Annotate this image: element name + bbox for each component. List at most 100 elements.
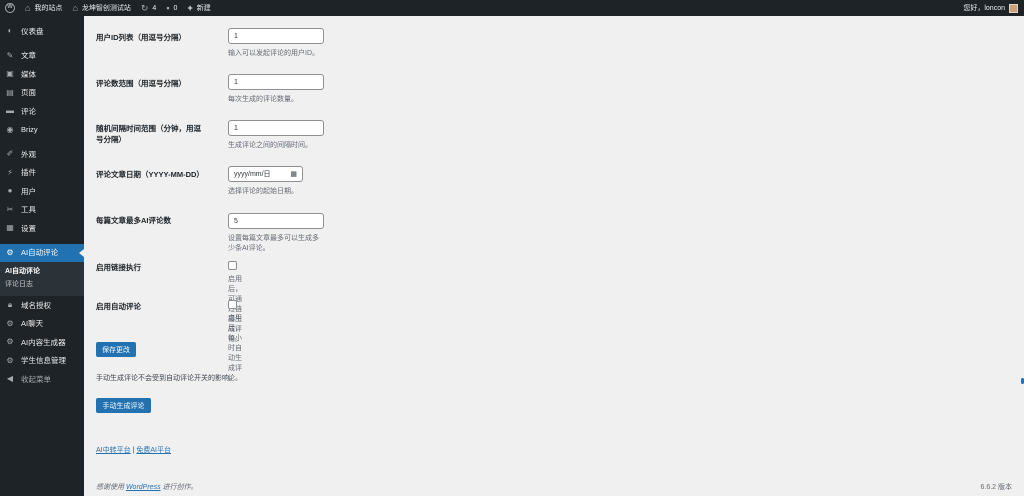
menu-ai-content-generator[interactable]: ⚙ AI内容生成器 bbox=[0, 333, 84, 352]
menu-label: 收起菜单 bbox=[21, 374, 51, 384]
menu-media[interactable]: ▣ 媒体 bbox=[0, 65, 84, 84]
footer-thanks-prefix: 感谢使用 bbox=[96, 484, 124, 491]
new-content-menu[interactable]: + 新建 bbox=[182, 0, 215, 16]
free-ai-platform-link[interactable]: 免费AI平台 bbox=[136, 447, 171, 454]
menu-comments[interactable]: ▬ 评论 bbox=[0, 102, 84, 121]
admin-sidebar: ◐ 仪表盘 ✎ 文章 ▣ 媒体 ▤ 页面 ▬ 评论 ◉ Brizy ✐ 外观 ⚡ 插件 ● 用户 … bbox=[0, 16, 84, 496]
menu-label: 仪表盘 bbox=[21, 26, 44, 36]
footer-thanks-suffix: 进行创作。 bbox=[162, 484, 198, 491]
sites-icon: ⌂ bbox=[25, 2, 31, 13]
plugin-icon: ⚡ bbox=[7, 167, 13, 177]
comments-count: 0 bbox=[173, 4, 178, 12]
gear-icon: ⚙ bbox=[6, 355, 14, 365]
menu-label: 学生信息管理 bbox=[21, 356, 66, 366]
dashboard-icon: ◐ bbox=[7, 26, 13, 36]
field-label: 评论文章日期（YYYY-MM-DD） bbox=[96, 170, 204, 179]
my-sites-label: 我的站点 bbox=[34, 5, 63, 12]
field-label: 随机间隔时间范围（分钟，用逗号分隔） bbox=[96, 124, 201, 144]
media-icon: ▣ bbox=[6, 69, 14, 79]
collapse-icon: ◀ bbox=[6, 374, 14, 384]
field-wrap: 1 生成评论之间的间隔时间。 bbox=[228, 120, 324, 150]
start-date-input[interactable]: yyyy/mm/日 ▦ bbox=[228, 166, 303, 182]
menu-settings[interactable]: ▦ 设置 bbox=[0, 219, 84, 238]
field-description: 选择评论的起始日期。 bbox=[228, 188, 298, 195]
menu-plugins[interactable]: ⚡ 插件 bbox=[0, 164, 84, 183]
user-ids-input[interactable]: 1 bbox=[228, 28, 324, 44]
auto-comment-checkbox[interactable] bbox=[228, 300, 237, 309]
field-label: 启用自动评论 bbox=[96, 302, 141, 311]
submenu-comment-log[interactable]: 评论日志 bbox=[0, 278, 84, 291]
site-name-label: 龙坤智创测试站 bbox=[81, 5, 131, 12]
input-value: yyyy/mm/日 bbox=[234, 171, 271, 178]
menu-label: 设置 bbox=[21, 223, 36, 233]
menu-pages[interactable]: ▤ 页面 bbox=[0, 84, 84, 103]
field-label: 每篇文章最多AI评论数 bbox=[96, 216, 171, 225]
field-wrap: yyyy/mm/日 ▦ 选择评论的起始日期。 bbox=[228, 166, 303, 196]
field-description: 生成评论之间的间隔时间。 bbox=[228, 142, 312, 149]
ai-auto-comment-submenu: AI自动评论 评论日志 bbox=[0, 262, 84, 296]
link-exec-checkbox[interactable] bbox=[228, 261, 237, 270]
field-description: 输入可以发起评论的用户ID。 bbox=[228, 50, 319, 57]
menu-label: 外观 bbox=[21, 149, 36, 159]
site-name-menu[interactable]: ⌂ 龙坤智创测试站 bbox=[67, 0, 135, 16]
manual-generate-note: 手动生成评论不会受到自动评论开关的影响。 bbox=[96, 375, 236, 382]
wordpress-logo-icon bbox=[5, 3, 15, 13]
gear-icon: ⚙ bbox=[6, 337, 14, 347]
page-icon: ▤ bbox=[6, 87, 14, 97]
comment-bubble-icon: ▪ bbox=[166, 2, 170, 13]
brush-icon: ✐ bbox=[6, 149, 14, 159]
max-per-post-input[interactable]: 5 bbox=[228, 213, 324, 229]
my-sites-menu[interactable]: ⌂ 我的站点 bbox=[20, 0, 67, 16]
input-value: 1 bbox=[234, 78, 238, 86]
menu-brizy[interactable]: ◉ Brizy bbox=[0, 121, 84, 140]
calendar-icon[interactable]: ▦ bbox=[290, 170, 297, 178]
menu-posts[interactable]: ✎ 文章 bbox=[0, 47, 84, 66]
wp-logo-menu[interactable] bbox=[0, 0, 20, 16]
lock-icon: 🔒︎ bbox=[7, 300, 13, 310]
user-icon: ● bbox=[7, 186, 13, 196]
my-account-menu[interactable]: 您好，loncon bbox=[963, 3, 1024, 13]
gear-icon: ⚙ bbox=[6, 247, 14, 257]
field-label: 用户ID列表（用逗号分隔） bbox=[96, 33, 186, 42]
platform-links: AI中转平台 | 免费AI平台 bbox=[96, 445, 171, 455]
menu-collapse[interactable]: ◀ 收起菜单 bbox=[0, 370, 84, 389]
menu-dashboard[interactable]: ◐ 仪表盘 bbox=[0, 22, 84, 41]
menu-label: 工具 bbox=[21, 205, 36, 215]
avatar bbox=[1009, 3, 1018, 13]
save-changes-button[interactable]: 保存更改 bbox=[96, 342, 136, 357]
menu-tools[interactable]: ✂ 工具 bbox=[0, 201, 84, 220]
manual-generate-button[interactable]: 手动生成评论 bbox=[96, 398, 151, 413]
updates-menu[interactable]: ↻ 4 bbox=[136, 0, 161, 16]
field-label: 启用链接执行 bbox=[96, 263, 141, 272]
menu-label: 媒体 bbox=[21, 69, 36, 79]
main-content: 用户ID列表（用逗号分隔） 1 输入可以发起评论的用户ID。 评论数范围（用逗号… bbox=[84, 16, 1024, 496]
menu-users[interactable]: ● 用户 bbox=[0, 182, 84, 201]
menu-ai-chat[interactable]: ⚙ AI聊天 bbox=[0, 315, 84, 334]
settings-icon: ▦ bbox=[6, 223, 14, 233]
new-label: 新建 bbox=[196, 5, 211, 12]
gear-icon: ⚙ bbox=[6, 318, 14, 328]
interval-input[interactable]: 1 bbox=[228, 120, 324, 136]
menu-label: Brizy bbox=[21, 125, 38, 135]
menu-ai-auto-comment[interactable]: ⚙ AI自动评论 bbox=[0, 243, 84, 262]
menu-appearance[interactable]: ✐ 外观 bbox=[0, 145, 84, 164]
input-value: 5 bbox=[234, 217, 238, 225]
wordpress-link[interactable]: WordPress bbox=[126, 484, 161, 491]
menu-label: 域名授权 bbox=[21, 300, 51, 310]
menu-label: AI内容生成器 bbox=[21, 337, 66, 347]
menu-label: 用户 bbox=[21, 186, 36, 196]
submenu-ai-auto-comment[interactable]: AI自动评论 bbox=[0, 265, 84, 278]
menu-domain-license[interactable]: 🔒︎ 域名授权 bbox=[0, 296, 84, 315]
field-wrap: 5 设置每篇文章最多可以生成多少条AI评论。 bbox=[228, 213, 324, 253]
field-description: 设置每篇文章最多可以生成多少条AI评论。 bbox=[228, 235, 319, 252]
comment-range-input[interactable]: 1 bbox=[228, 74, 324, 90]
wrench-icon: ✂ bbox=[6, 204, 14, 214]
field-wrap: 1 输入可以发起评论的用户ID。 bbox=[228, 28, 324, 58]
comments-menu[interactable]: ▪ 0 bbox=[161, 0, 182, 16]
menu-label: AI自动评论 bbox=[21, 248, 59, 258]
ai-relay-platform-link[interactable]: AI中转平台 bbox=[96, 447, 131, 454]
updates-count: 4 bbox=[152, 4, 157, 12]
menu-student-info[interactable]: ⚙ 学生信息管理 bbox=[0, 352, 84, 371]
input-value: 1 bbox=[234, 32, 238, 40]
menu-label: 评论 bbox=[21, 106, 36, 116]
